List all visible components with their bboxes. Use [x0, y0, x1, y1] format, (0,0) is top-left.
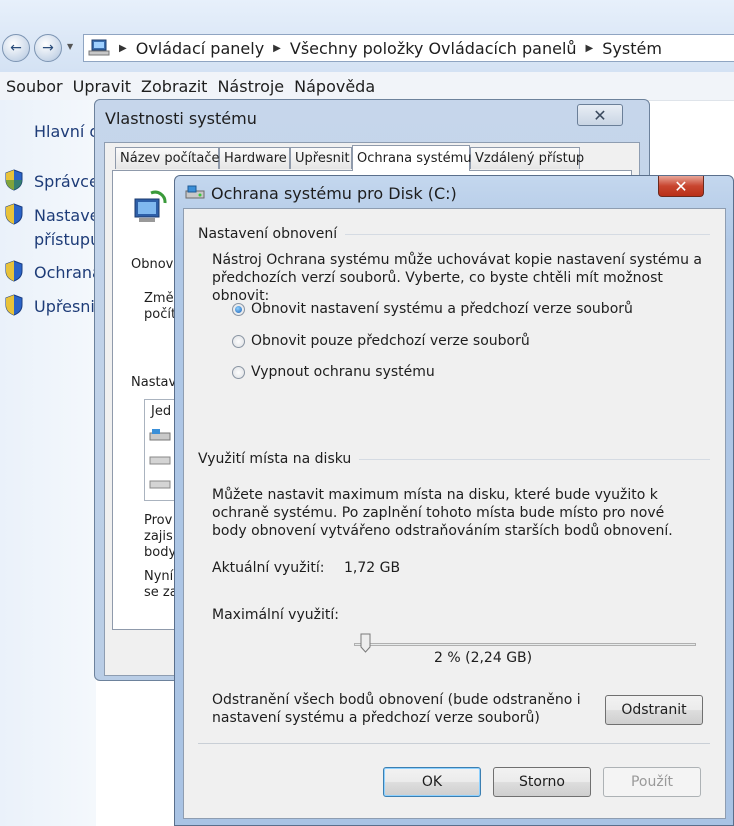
left-pane-remote-settings-line2[interactable]: přístupu [34, 230, 100, 249]
back-button[interactable]: ← [2, 34, 30, 62]
tab-label: Vzdálený přístup [475, 151, 585, 166]
uac-shield-icon [5, 260, 23, 282]
uac-shield-icon [5, 294, 23, 316]
radio-dot-icon [235, 305, 242, 313]
dialog-body: Nastavení obnovení Nástroj Ochrana systé… [183, 208, 726, 819]
system-protection-icon [134, 190, 167, 222]
breadcrumb-separator-icon: ▶ [273, 42, 281, 54]
tab-remote[interactable]: Vzdálený přístup [470, 147, 584, 169]
menu-edit[interactable]: Upravit [73, 77, 131, 96]
apply-button[interactable]: Použít [603, 767, 701, 797]
radio-label: Obnovit nastavení systému a předchozí ve… [251, 301, 633, 317]
left-pane-system-protection[interactable]: Ochrana [34, 263, 102, 282]
radio-label: Vypnout ochranu systému [251, 364, 435, 380]
delete-button[interactable]: Odstranit [605, 695, 703, 725]
disk-usage-label: Využití místa na disku [198, 451, 360, 467]
computer-icon [88, 39, 110, 56]
system-properties-close-button[interactable]: ✕ [577, 104, 623, 126]
max-usage-label: Maximální využití: [212, 607, 339, 623]
menu-help[interactable]: Nápověda [294, 77, 375, 96]
info-text-partial-4: Nyní [144, 569, 174, 584]
radio-button[interactable] [232, 334, 245, 348]
drive-icon [149, 480, 171, 489]
info-text-partial-3: body [144, 545, 177, 560]
restore-settings-description: Nástroj Ochrana systému může uchovávat k… [212, 252, 703, 304]
tab-hardware[interactable]: Hardware [219, 147, 290, 169]
forward-button[interactable]: → [34, 34, 62, 62]
close-icon: ✕ [674, 176, 688, 196]
explorer-toolbar: ← → ▼ ▶ Ovládací panely ▶ Všechny položk… [0, 0, 734, 72]
delete-restore-points-text: Odstranění všech bodů obnovení (bude ods… [212, 692, 581, 726]
left-pane-remote-settings[interactable]: Nastave [34, 206, 100, 225]
radio-button-selected[interactable] [232, 302, 245, 316]
settings-group-partial: Nastav [131, 375, 177, 390]
system-properties-title: Vlastnosti systému [105, 109, 257, 128]
close-icon: ✕ [593, 105, 607, 125]
drive-protection-icon [185, 185, 205, 199]
tab-label: Upřesnit [295, 151, 350, 166]
tab-label: Název počítače [120, 151, 220, 166]
back-arrow-icon: ← [10, 40, 22, 56]
breadcrumb-control-panel[interactable]: Ovládací panely [136, 39, 264, 58]
menu-view[interactable]: Zobrazit [141, 77, 207, 96]
info-text-partial-2: zajis [144, 529, 173, 544]
left-pane-device-manager[interactable]: Správce [34, 172, 99, 191]
menu-file[interactable]: Soubor [6, 77, 63, 96]
restore-text-partial-2: počít [144, 307, 177, 322]
restore-text-partial-1: Změ [144, 291, 174, 306]
radio-button[interactable] [232, 365, 245, 379]
cancel-button[interactable]: Storno [493, 767, 591, 797]
menu-bar: Soubor Upravit Zobrazit Nástroje Nápověd… [0, 72, 734, 101]
uac-shield-icon [5, 169, 23, 191]
drive-icon [149, 456, 171, 465]
history-dropdown-icon[interactable]: ▼ [67, 42, 73, 51]
drives-list-header: Jed [151, 404, 172, 419]
breadcrumb-all-items[interactable]: Všechny položky Ovládacích panelů [290, 39, 577, 58]
max-usage-slider-track[interactable] [354, 643, 696, 646]
left-pane-advanced[interactable]: Upřesni [34, 297, 95, 316]
tab-computer-name[interactable]: Název počítače [115, 147, 220, 169]
dialog-close-button[interactable]: ✕ [658, 176, 704, 197]
radio-restore-all[interactable]: Obnovit nastavení systému a předchozí ve… [232, 300, 633, 318]
info-text-partial-1: Prov [144, 513, 173, 528]
tab-label: Ochrana systému [357, 151, 472, 166]
radio-turn-off-protection[interactable]: Vypnout ochranu systému [232, 363, 435, 381]
bottom-separator [198, 743, 710, 744]
left-pane: Hlavní o Správce Nastave přístupu Ochran… [0, 100, 102, 826]
current-usage-label: Aktuální využití: [212, 560, 325, 576]
restore-settings-label: Nastavení obnovení [198, 226, 346, 242]
current-usage-value: 1,72 GB [344, 560, 401, 576]
tab-advanced[interactable]: Upřesnit [290, 147, 352, 169]
max-usage-slider-thumb[interactable] [360, 633, 371, 653]
breadcrumb-system[interactable]: Systém [602, 39, 662, 58]
address-bar[interactable]: ▶ Ovládací panely ▶ Všechny položky Ovlá… [83, 34, 734, 62]
tab-label: Hardware [224, 151, 287, 166]
drive-system-icon [149, 429, 171, 441]
system-protection-drive-dialog: Ochrana systému pro Disk (C:) ✕ Nastaven… [174, 175, 734, 826]
radio-label: Obnovit pouze předchozí verze souborů [251, 333, 530, 349]
max-usage-value: 2 % (2,24 GB) [434, 650, 533, 666]
uac-shield-icon [5, 203, 23, 225]
info-text-partial-5: se za [144, 585, 178, 600]
radio-restore-files-only[interactable]: Obnovit pouze předchozí verze souborů [232, 332, 530, 350]
breadcrumb-separator-icon: ▶ [585, 42, 594, 54]
left-pane-title[interactable]: Hlavní o [34, 122, 99, 141]
forward-arrow-icon: → [42, 40, 54, 56]
tab-system-protection[interactable]: Ochrana systému [352, 145, 472, 171]
breadcrumb-separator-icon: ▶ [119, 42, 127, 54]
menu-tools[interactable]: Nástroje [217, 77, 284, 96]
ok-button[interactable]: OK [383, 767, 481, 797]
disk-usage-description: Můžete nastavit maximum místa na disku, … [212, 487, 673, 539]
dialog-title: Ochrana systému pro Disk (C:) [211, 184, 457, 203]
